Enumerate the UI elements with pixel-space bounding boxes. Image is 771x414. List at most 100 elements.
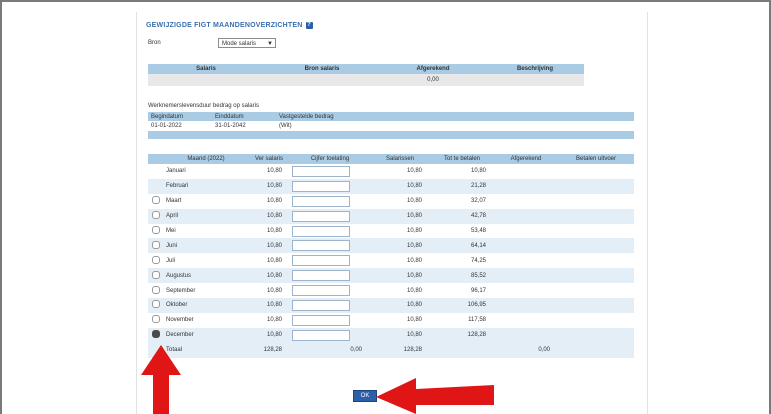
month-amount-input[interactable] <box>292 299 350 311</box>
month-checkbox-cell <box>148 268 164 284</box>
summary-cell <box>264 74 380 86</box>
month-payout <box>558 253 634 269</box>
month-select-checkbox[interactable] <box>152 285 160 294</box>
month-name: December <box>164 327 248 343</box>
month-amount-input[interactable] <box>292 270 350 282</box>
month-name: Maart <box>164 193 248 209</box>
month-checkbox-cell <box>148 238 164 254</box>
month-salary: 10,80 <box>248 223 290 239</box>
month-name: April <box>164 208 248 224</box>
month-paid <box>494 238 558 254</box>
month-paid <box>494 268 558 284</box>
month-payout <box>558 223 634 239</box>
month-select-checkbox[interactable] <box>152 300 160 309</box>
help-icon[interactable]: ? <box>305 22 313 29</box>
month-salary2: 10,80 <box>370 193 430 209</box>
month-amount-input[interactable] <box>292 314 350 326</box>
month-paid <box>494 283 558 299</box>
month-amount-input[interactable] <box>292 240 350 252</box>
month-salary2: 10,80 <box>370 298 430 313</box>
month-total: 96,17 <box>430 283 494 299</box>
total-empty <box>430 342 494 358</box>
months-header: Betalen uitvoer <box>558 154 634 164</box>
month-amount-input[interactable] <box>292 225 350 237</box>
ok-button[interactable]: OK <box>353 390 377 402</box>
month-row: April 10,80 10,80 42,78 <box>148 208 634 224</box>
month-payout <box>558 268 634 284</box>
month-checkbox-cell <box>148 223 164 239</box>
month-amount-input[interactable] <box>292 329 350 341</box>
month-total: 21,28 <box>430 178 494 194</box>
months-header: Salarissen <box>370 154 430 164</box>
month-total: 74,25 <box>430 253 494 269</box>
month-salary2: 10,80 <box>370 208 430 224</box>
month-amount-input[interactable] <box>292 180 350 192</box>
contribution-row: 01-01-2022 31-01-2042 (Wit) <box>148 121 634 131</box>
month-name: Augustus <box>164 268 248 284</box>
frame-top-border <box>0 0 771 2</box>
contribution-footer-row <box>148 131 634 139</box>
summary-header: Beschrijving <box>486 64 584 74</box>
month-paid <box>494 223 558 239</box>
contribution-header: Begindatum <box>148 112 212 121</box>
month-name: Februari <box>164 178 248 194</box>
month-amount-input[interactable] <box>292 210 350 222</box>
month-input-cell <box>290 253 370 269</box>
contribution-cell: (Wit) <box>279 123 292 129</box>
month-payout <box>558 238 634 254</box>
month-input-cell <box>290 223 370 239</box>
month-select-checkbox[interactable] <box>152 211 160 220</box>
month-salary2: 10,80 <box>370 223 430 239</box>
month-select-checkbox[interactable] <box>152 226 160 234</box>
summary-header: Bron salaris <box>264 64 380 74</box>
month-amount-input[interactable] <box>292 195 350 207</box>
month-salary: 10,80 <box>248 268 290 284</box>
month-select-checkbox[interactable] <box>152 240 160 249</box>
month-row: Juni 10,80 10,80 64,14 <box>148 238 634 254</box>
contribution-header: Vastgestelde bedrag <box>276 112 634 121</box>
months-header: Maand (2022) <box>164 154 248 164</box>
contribution-cell: 31-01-2042 <box>215 123 246 129</box>
month-salary: 10,80 <box>248 164 290 179</box>
month-salary: 10,80 <box>248 193 290 209</box>
month-checkbox-cell <box>148 283 164 299</box>
month-amount-input[interactable] <box>292 165 350 177</box>
month-salary2: 10,80 <box>370 253 430 269</box>
month-amount-input[interactable] <box>292 255 350 267</box>
month-select-checkbox[interactable] <box>152 330 160 339</box>
month-select-checkbox[interactable] <box>152 270 160 279</box>
month-salary: 10,80 <box>248 208 290 224</box>
month-paid <box>494 298 558 313</box>
month-name: November <box>164 312 248 328</box>
month-total: 64,14 <box>430 238 494 254</box>
month-checkbox-cell <box>148 193 164 209</box>
summary-cell: 0,00 <box>380 74 486 86</box>
month-total: 85,52 <box>430 268 494 284</box>
summary-header-row: Salaris Bron salaris Afgerekend Beschrij… <box>148 64 584 74</box>
month-salary: 10,80 <box>248 312 290 328</box>
summary-cell <box>486 74 584 86</box>
month-salary2: 10,80 <box>370 283 430 299</box>
month-salary2: 10,80 <box>370 238 430 254</box>
month-paid <box>494 312 558 328</box>
month-input-cell <box>290 164 370 179</box>
total-salary2: 128,28 <box>370 342 430 358</box>
month-select-checkbox[interactable] <box>152 255 160 264</box>
month-row: December 10,80 10,80 128,28 <box>148 327 634 343</box>
month-checkbox-cell <box>148 327 164 343</box>
contribution-header: Einddatum <box>212 112 276 121</box>
month-payout <box>558 298 634 313</box>
months-header <box>148 154 164 164</box>
page-title-text: GEWIJZIGDE FIGT MAANDENOVERZICHTEN <box>146 22 303 29</box>
month-total: 106,95 <box>430 298 494 313</box>
contribution-table: Begindatum Einddatum Vastgestelde bedrag… <box>148 112 634 139</box>
month-select-checkbox[interactable] <box>152 315 160 324</box>
months-header: Tot te betalen <box>430 154 494 164</box>
month-amount-input[interactable] <box>292 285 350 297</box>
period-select[interactable]: Mode salaris ▼ <box>218 38 276 48</box>
month-select-checkbox[interactable] <box>152 196 160 205</box>
month-input-cell <box>290 283 370 299</box>
month-row: Juli 10,80 10,80 74,25 <box>148 253 634 269</box>
month-input-cell <box>290 327 370 343</box>
month-row: Augustus 10,80 10,80 85,52 <box>148 268 634 284</box>
